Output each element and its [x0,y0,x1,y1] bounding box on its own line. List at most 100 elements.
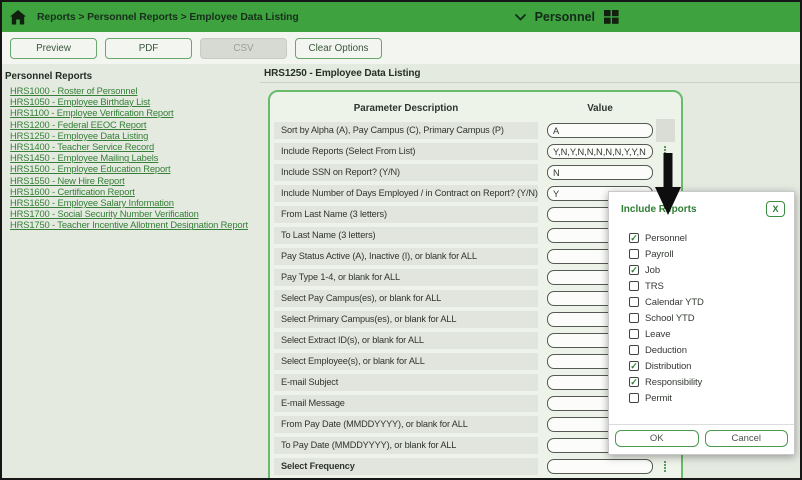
clear-options-button[interactable]: Clear Options [295,37,382,59]
breadcrumb[interactable]: Reports > Personnel Reports > Employee D… [37,12,299,23]
parameter-label: E-mail Subject [274,374,538,391]
checkbox-label: Leave [645,328,671,340]
parameter-label: Select Pay Campus(es), or blank for ALL [274,290,538,307]
report-link-hrs1550[interactable]: HRS1550 - New Hire Report [10,175,260,186]
checkbox-trs[interactable] [629,281,639,291]
checkbox-label: TRS [645,280,664,292]
checkbox-responsibility[interactable]: ✓ [629,377,639,387]
app-switcher: Personnel [514,10,800,24]
parameter-label: To Last Name (3 letters) [274,227,538,244]
report-link-hrs1750[interactable]: HRS1750 - Teacher Incentive Allotment De… [10,219,260,230]
row-side-area [653,119,677,142]
parameter-label: Select Frequency [274,458,538,475]
parameter-label: To Pay Date (MMDDYYYY), or blank for ALL [274,437,538,454]
parameter-value-input[interactable]: Y,N,Y,N,N,N,N,N,Y,Y,N [547,144,653,159]
report-link-hrs1500[interactable]: HRS1500 - Employee Education Report [10,163,260,174]
application-name[interactable]: Personnel [535,10,595,24]
parameter-row: Include Reports (Select From List) Y,N,Y,… [274,143,681,160]
parameter-value-input[interactable]: N [547,165,653,180]
page-title: HRS1250 - Employee Data Listing [260,64,800,83]
popup-option-list: ✓ Personnel Payroll ✓ Job TRS Calendar YTD Scho… [629,230,794,406]
report-link-hrs1700[interactable]: HRS1700 - Social Security Number Verific… [10,208,260,219]
parameter-label: Pay Status Active (A), Inactive (I), or … [274,248,538,265]
checkbox-label: Distribution [645,360,692,372]
checkbox-distribution[interactable]: ✓ [629,361,639,371]
report-link-hrs1650[interactable]: HRS1650 - Employee Salary Information [10,197,260,208]
checkbox-label: School YTD [645,312,695,324]
row-side-area [653,458,677,475]
parameter-label: Include Reports (Select From List) [274,143,538,160]
chevron-down-icon[interactable] [514,13,526,21]
pdf-button[interactable]: PDF [105,37,192,59]
csv-button: CSV [200,37,287,59]
report-link-hrs1450[interactable]: HRS1450 - Employee Mailing Labels [10,152,260,163]
parameter-label: From Last Name (3 letters) [274,206,538,223]
column-header-parameter-description: Parameter Description [353,103,459,114]
checkbox-label: Payroll [645,248,674,260]
parameter-row: Sort by Alpha (A), Pay Campus (C), Prima… [274,119,681,142]
checkbox-job[interactable]: ✓ [629,265,639,275]
include-report-option: Calendar YTD [629,294,794,310]
checkbox-school-ytd[interactable] [629,313,639,323]
parameter-label: E-mail Message [274,395,538,412]
parameter-label: From Pay Date (MMDDYYYY), or blank for A… [274,416,538,433]
report-link-hrs1600[interactable]: HRS1600 - Certification Report [10,186,260,197]
report-link-hrs1000[interactable]: HRS1000 - Roster of Personnel [10,85,260,96]
popup-footer: OK Cancel [609,424,794,454]
include-report-option: ✓ Responsibility [629,374,794,390]
checkbox-payroll[interactable] [629,249,639,259]
report-link-hrs1050[interactable]: HRS1050 - Employee Birthday List [10,96,260,107]
preview-button[interactable]: Preview [10,37,97,59]
checkbox-leave[interactable] [629,329,639,339]
parameter-label: Select Extract ID(s), or blank for ALL [274,332,538,349]
report-link-hrs1250[interactable]: HRS1250 - Employee Data Listing [10,130,260,141]
parameter-label: Include Number of Days Employed / in Con… [274,185,538,202]
parameter-value-input[interactable]: A [547,123,653,138]
include-report-option: ✓ Distribution [629,358,794,374]
apps-grid-icon[interactable] [604,10,619,24]
parameter-label: Sort by Alpha (A), Pay Campus (C), Prima… [274,122,538,139]
parameter-row: Include SSN on Report? (Y/N) N [274,164,681,181]
include-report-option: ✓ Personnel [629,230,794,246]
parameter-label: Select Employee(s), or blank for ALL [274,353,538,370]
parameter-value-input[interactable] [547,459,653,474]
include-report-option: Permit [629,390,794,406]
checkbox-permit[interactable] [629,393,639,403]
checkbox-label: Personnel [645,232,687,244]
checkbox-label: Permit [645,392,672,404]
annotation-arrow-down-icon [655,153,681,215]
checkbox-label: Deduction [645,344,687,356]
checkbox-label: Calendar YTD [645,296,704,308]
table-header-row: Parameter Description Value [274,97,681,120]
parameter-label: Select Primary Campus(es), or blank for … [274,311,538,328]
close-button[interactable]: X [766,201,785,217]
include-report-option: School YTD [629,310,794,326]
checkbox-calendar-ytd[interactable] [629,297,639,307]
top-header-bar: Reports > Personnel Reports > Employee D… [2,2,800,32]
parameter-row: Select Frequency [274,458,681,475]
report-link-hrs1400[interactable]: HRS1400 - Teacher Service Record [10,141,260,152]
parameter-label: Pay Type 1-4, or blank for ALL [274,269,538,286]
report-link-list: HRS1000 - Roster of Personnel HRS1050 - E… [2,85,260,231]
ellipsis-picker-button[interactable] [660,459,670,474]
checkbox-deduction[interactable] [629,345,639,355]
home-icon[interactable] [10,9,26,25]
checkbox-label: Responsibility [645,376,703,388]
report-link-hrs1200[interactable]: HRS1200 - Federal EEOC Report [10,119,260,130]
cancel-button[interactable]: Cancel [704,430,788,447]
sidebar-heading: Personnel Reports [5,71,93,82]
app-window: Reports > Personnel Reports > Employee D… [0,0,802,480]
include-report-option: TRS [629,278,794,294]
include-report-option: Deduction [629,342,794,358]
report-link-hrs1100[interactable]: HRS1100 - Employee Verification Report [10,107,260,118]
ok-button[interactable]: OK [615,430,699,447]
include-reports-popup: Include Reports X ✓ Personnel Payroll ✓ Job T… [608,191,795,455]
toolbar: Preview PDF CSV Clear Options [2,32,800,64]
parameter-label: Include SSN on Report? (Y/N) [274,164,538,181]
checkbox-label: Job [645,264,661,276]
sidebar: Personnel Reports HRS1000 - Roster of Pe… [2,64,260,231]
scrollbar-thumb[interactable] [655,119,675,142]
include-report-option: Payroll [629,246,794,262]
include-report-option: Leave [629,326,794,342]
checkbox-personnel[interactable]: ✓ [629,233,639,243]
